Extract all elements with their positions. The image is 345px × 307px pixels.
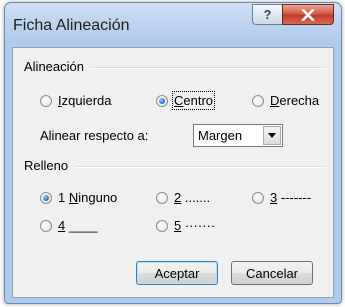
radio-leader-dots-label: 2 ....... xyxy=(174,190,211,205)
title-bar[interactable]: Ficha Alineación ? xyxy=(5,3,341,47)
align-relative-label: Alinear respecto a: xyxy=(40,128,149,143)
close-button[interactable] xyxy=(282,4,334,25)
radio-leader-none[interactable]: 1 Ninguno xyxy=(40,190,117,205)
radio-leader-dots-circle[interactable] xyxy=(156,191,168,204)
radio-center-label: Centro xyxy=(171,91,216,110)
radio-leader-none-circle[interactable] xyxy=(40,191,52,204)
chevron-down-icon xyxy=(268,133,276,138)
leader-group-label: Relleno xyxy=(24,158,69,173)
radio-leader-middots[interactable]: 5 ······· xyxy=(156,218,215,233)
radio-left-align[interactable]: Izquierda xyxy=(40,93,112,108)
ok-button[interactable]: Aceptar xyxy=(136,261,218,285)
radio-left-label: Izquierda xyxy=(58,93,112,108)
radio-leader-dashes-label: 3 ------- xyxy=(270,190,312,205)
question-mark-icon: ? xyxy=(263,7,272,22)
help-button[interactable]: ? xyxy=(252,4,283,25)
radio-left-circle[interactable] xyxy=(40,94,52,107)
radio-center-circle[interactable] xyxy=(156,94,168,107)
dialog-body: Alineación Izquierda Centro Derecha Alin… xyxy=(12,47,334,298)
align-relative-value: Margen xyxy=(198,128,243,143)
radio-leader-dots[interactable]: 2 ....... xyxy=(156,190,210,205)
tab-alignment-dialog: Ficha Alineación ? Alineación Izquierda … xyxy=(4,2,342,304)
alignment-group-divider xyxy=(90,67,326,69)
radio-leader-underline-label: 4 ____ xyxy=(58,218,98,233)
radio-right-circle[interactable] xyxy=(252,94,264,107)
radio-leader-middots-circle[interactable] xyxy=(156,219,168,232)
close-x-icon xyxy=(301,8,315,21)
radio-leader-none-label: 1 Ninguno xyxy=(58,190,118,205)
align-relative-select[interactable]: Margen xyxy=(193,124,283,147)
radio-right-align[interactable]: Derecha xyxy=(252,93,319,108)
radio-leader-middots-label: 5 ······· xyxy=(174,218,216,233)
cancel-button[interactable]: Cancelar xyxy=(231,261,313,285)
radio-right-label: Derecha xyxy=(270,93,320,108)
radio-leader-dashes-circle[interactable] xyxy=(252,191,264,204)
radio-center-align[interactable]: Centro xyxy=(156,91,216,110)
radio-leader-underline[interactable]: 4 ____ xyxy=(40,218,98,233)
alignment-group-label: Alineación xyxy=(24,59,84,74)
dialog-title: Ficha Alineación xyxy=(13,17,130,34)
radio-leader-underline-circle[interactable] xyxy=(40,219,52,232)
radio-leader-dashes[interactable]: 3 ------- xyxy=(252,190,311,205)
dropdown-button[interactable] xyxy=(263,126,281,145)
leader-group-divider xyxy=(77,166,326,168)
